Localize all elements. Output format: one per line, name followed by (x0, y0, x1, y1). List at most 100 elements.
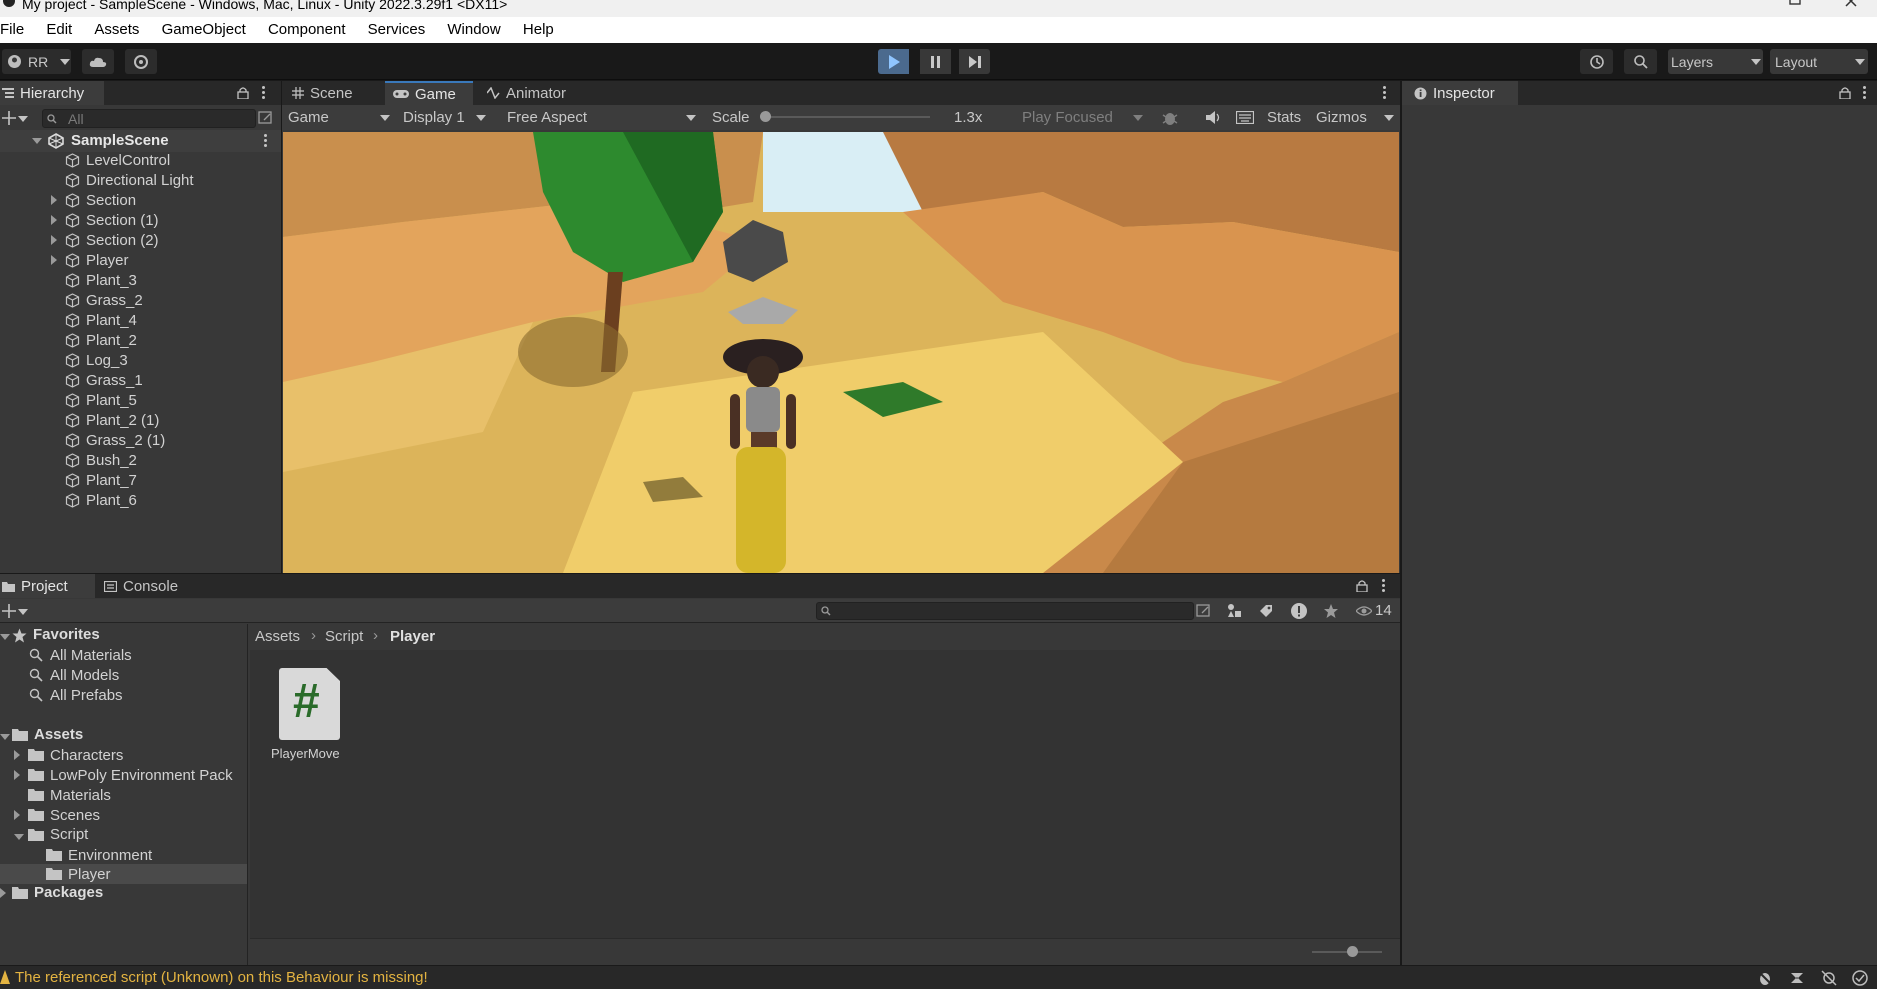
menu-services[interactable]: Services (359, 17, 435, 43)
tree-item-folder[interactable]: LowPoly Environment Pack (28, 765, 233, 785)
progress-icon[interactable] (1789, 970, 1805, 986)
account-dropdown[interactable]: RR (2, 49, 71, 74)
expand-arrow-icon[interactable] (14, 834, 24, 840)
hierarchy-item[interactable]: Section (51, 190, 136, 210)
packages-label[interactable]: Packages (34, 884, 103, 901)
menu-window[interactable]: Window (438, 17, 509, 43)
tree-item-folder[interactable]: Materials (28, 785, 111, 805)
favorite-item[interactable]: All Prefabs (29, 685, 123, 705)
tab-game[interactable]: Game (385, 81, 473, 105)
search-button[interactable] (1624, 49, 1657, 74)
expand-arrow-icon[interactable] (0, 888, 6, 898)
hierarchy-item[interactable]: Plant_3 (54, 270, 137, 290)
add-icon[interactable] (2, 111, 16, 125)
display-dropdown[interactable]: Display 1 (396, 105, 490, 130)
breadcrumb-script[interactable]: Script (325, 628, 363, 645)
menu-component[interactable]: Component (259, 17, 355, 43)
expand-arrow-icon[interactable] (51, 255, 57, 265)
script-folder-label[interactable]: Script (50, 826, 88, 843)
filter-by-type-icon[interactable] (1226, 603, 1242, 619)
close-icon[interactable] (1844, 0, 1860, 8)
label-tag-icon[interactable] (1258, 603, 1274, 619)
tab-inspector[interactable]: Inspector (1402, 81, 1518, 105)
play-button[interactable] (878, 49, 909, 74)
file-playermove[interactable]: # PlayerMove (271, 668, 340, 761)
tree-item-environment[interactable]: Environment (46, 845, 152, 865)
lock-icon[interactable] (1356, 579, 1368, 592)
hierarchy-item[interactable]: Log_3 (54, 350, 128, 370)
debug-off-icon[interactable] (1757, 970, 1773, 986)
keyboard-icon[interactable] (1236, 111, 1254, 124)
hierarchy-item[interactable]: Plant_6 (54, 490, 137, 510)
tree-item-player[interactable]: Player (46, 864, 111, 884)
cloud-button[interactable] (82, 49, 114, 74)
eye-icon[interactable] (1356, 605, 1372, 617)
star-icon[interactable] (1323, 603, 1339, 619)
center-menu-icon[interactable] (1383, 86, 1387, 100)
hierarchy-item[interactable]: Bush_2 (54, 450, 137, 470)
hierarchy-item[interactable]: Plant_2 (1) (54, 410, 159, 430)
expand-arrow-icon[interactable] (32, 138, 42, 144)
check-circle-icon[interactable] (1852, 970, 1868, 986)
chevron-down-icon[interactable] (18, 609, 28, 615)
menu-gameobject[interactable]: GameObject (153, 17, 255, 43)
project-search-input[interactable] (816, 602, 1194, 620)
gizmos-chevron-down-icon[interactable] (1384, 115, 1394, 121)
scene-search-icon[interactable] (258, 111, 274, 125)
add-icon[interactable] (2, 604, 16, 618)
scene-search-icon[interactable] (1196, 604, 1212, 618)
pause-button[interactable] (920, 49, 951, 74)
aspect-dropdown[interactable]: Free Aspect (500, 105, 700, 130)
auto-generate-lighting-icon[interactable] (1821, 970, 1837, 986)
warning-filter-icon[interactable] (1290, 602, 1308, 620)
game-viewport[interactable] (283, 132, 1399, 573)
undo-history-button[interactable] (1580, 49, 1613, 74)
hierarchy-item[interactable]: Grass_1 (54, 370, 143, 390)
scale-slider-track[interactable] (760, 116, 930, 118)
hierarchy-item[interactable]: Section (2) (51, 230, 159, 250)
expand-arrow-icon[interactable] (51, 215, 57, 225)
tab-animator[interactable]: Animator (479, 81, 579, 105)
hierarchy-item[interactable]: Grass_2 (54, 290, 143, 310)
breadcrumb-player[interactable]: Player (390, 628, 435, 645)
favorite-item[interactable]: All Models (29, 665, 119, 685)
expand-arrow-icon[interactable] (14, 770, 20, 780)
expand-arrow-icon[interactable] (51, 235, 57, 245)
tab-hierarchy[interactable]: Hierarchy (0, 81, 104, 105)
hierarchy-item[interactable]: Plant_4 (54, 310, 137, 330)
lock-icon[interactable] (237, 86, 249, 99)
expand-arrow-icon[interactable] (0, 734, 10, 740)
layout-dropdown[interactable]: Layout (1770, 49, 1868, 74)
gizmos-button[interactable]: Gizmos (1316, 109, 1367, 126)
bug-icon[interactable] (1162, 110, 1178, 126)
hierarchy-item[interactable]: Plant_2 (54, 330, 137, 350)
hierarchy-item[interactable]: Plant_7 (54, 470, 137, 490)
scale-slider-thumb[interactable] (760, 111, 771, 122)
game-mode-dropdown[interactable]: Game (282, 105, 394, 130)
chevron-down-icon[interactable] (18, 116, 28, 122)
favorite-item[interactable]: All Materials (29, 645, 132, 665)
tab-console[interactable]: Console (96, 574, 196, 598)
speaker-icon[interactable] (1205, 110, 1221, 125)
tree-item-folder[interactable]: Characters (28, 745, 123, 765)
scene-row[interactable]: SampleScene (0, 130, 281, 152)
expand-arrow-icon[interactable] (14, 810, 20, 820)
maximize-icon[interactable] (1787, 0, 1803, 8)
project-menu-icon[interactable] (1382, 579, 1386, 593)
hierarchy-item[interactable]: Directional Light (54, 170, 194, 190)
menu-file[interactable]: File (0, 17, 33, 43)
status-message[interactable]: The referenced script (Unknown) on this … (15, 969, 428, 986)
expand-arrow-icon[interactable] (51, 195, 57, 205)
tree-item-folder[interactable]: Scenes (28, 805, 100, 825)
tab-scene[interactable]: Scene (284, 81, 364, 105)
stats-button[interactable]: Stats (1267, 109, 1301, 126)
hierarchy-item[interactable]: LevelControl (54, 150, 170, 170)
step-button[interactable] (959, 49, 990, 74)
menu-help[interactable]: Help (514, 17, 563, 43)
breadcrumb-assets[interactable]: Assets (255, 628, 300, 645)
scene-menu-icon[interactable] (264, 134, 268, 148)
hierarchy-item[interactable]: Section (1) (51, 210, 159, 230)
lock-icon[interactable] (1839, 86, 1851, 99)
hierarchy-item[interactable]: Grass_2 (1) (54, 430, 165, 450)
inspector-menu-icon[interactable] (1863, 86, 1867, 100)
